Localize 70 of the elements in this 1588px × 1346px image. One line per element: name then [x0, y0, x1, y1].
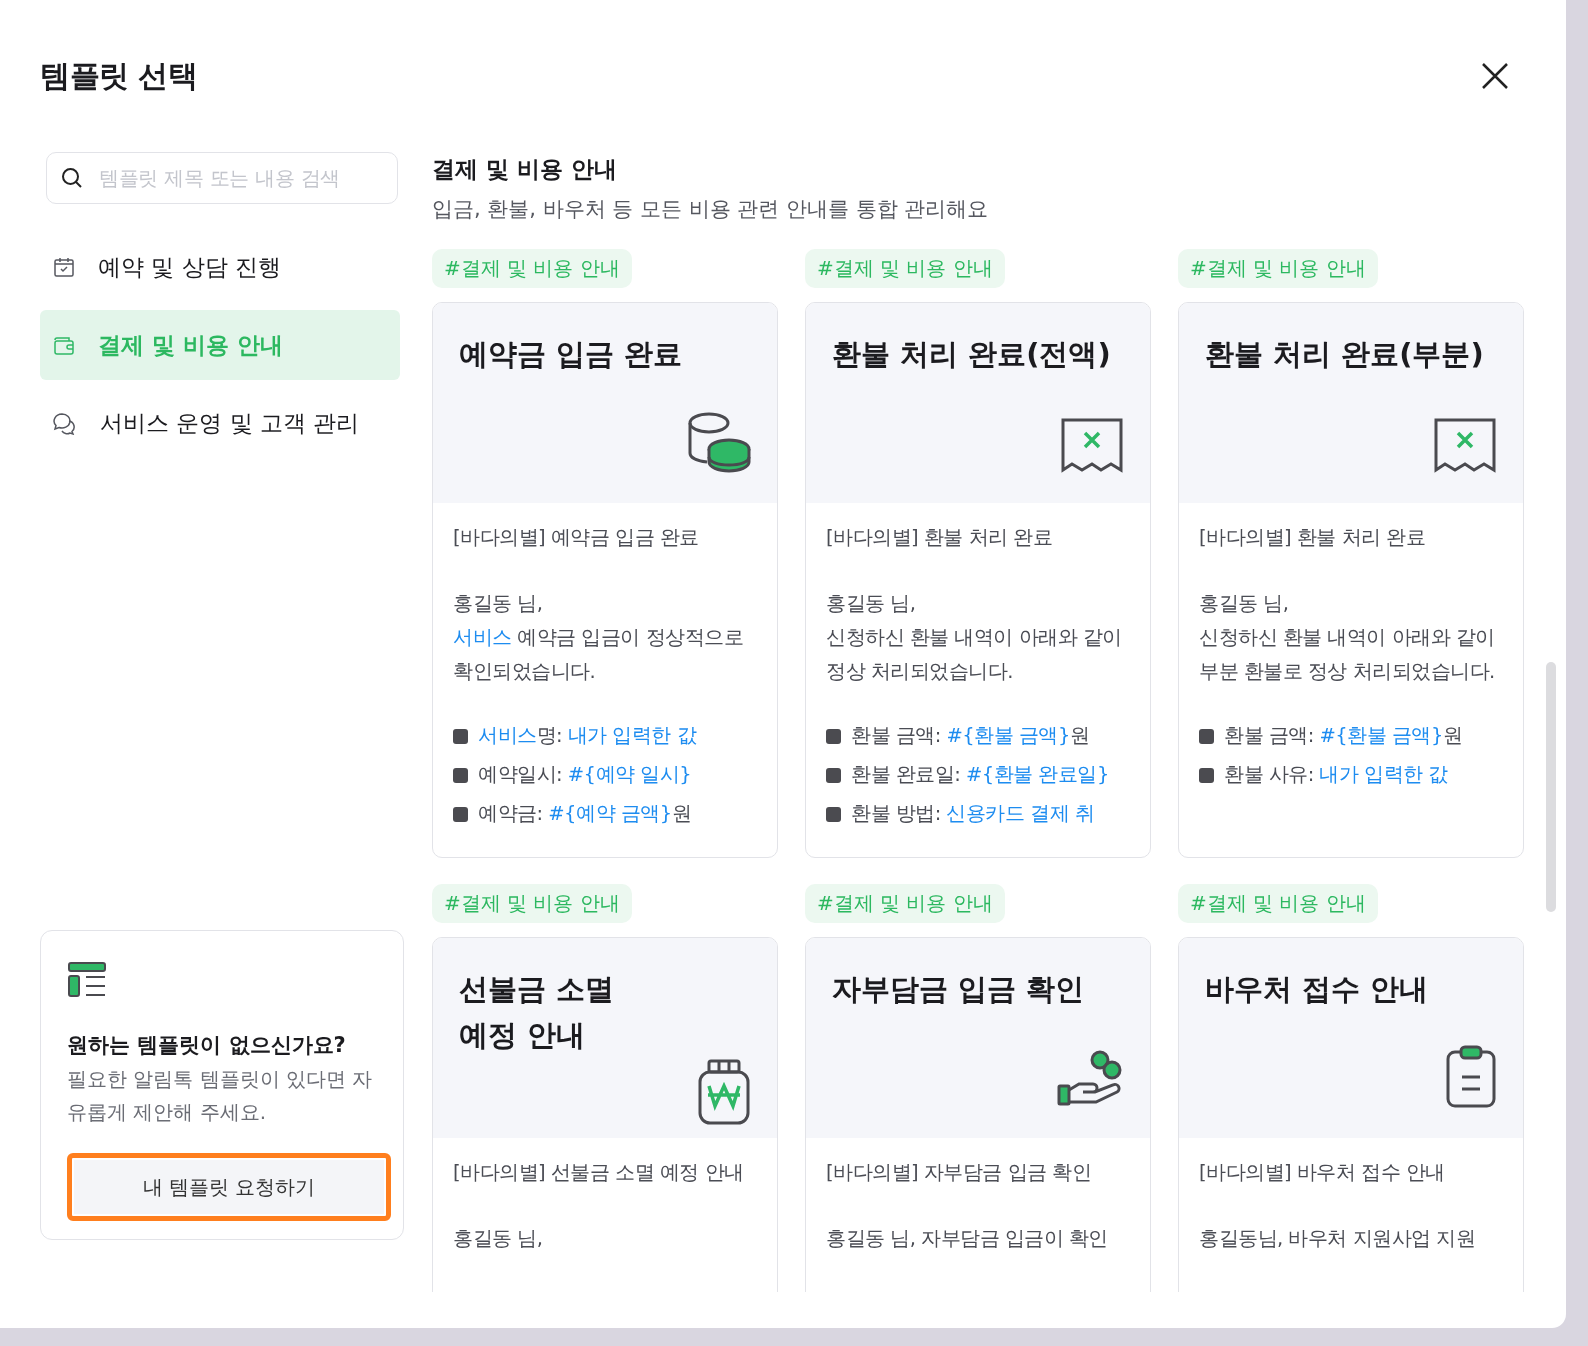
message-subject: [바다의별] 환불 처리 완료 [826, 525, 1054, 551]
message-greeting: 홍길동 님, [453, 1226, 544, 1252]
message-subject: [바다의별] 자부담금 입금 확인 [826, 1160, 1093, 1186]
message-text: 신청하신 환불 내역이 아래와 같이 정상 처리되었습니다. [826, 625, 1123, 685]
scrollbar-thumb[interactable] [1546, 662, 1556, 912]
category-tag: #결제 및 비용 안내 [432, 249, 632, 288]
message-greeting: 홍길동님, 바우처 지원사업 지원 [1199, 1226, 1477, 1252]
template-title: 자부담금 입금 확인 [832, 971, 1086, 1008]
close-button[interactable] [1480, 61, 1510, 91]
message-text: 서비스 예약금 입금이 정상적으로 확인되었습니다. [453, 625, 745, 685]
template-card[interactable]: 바우처 접수 안내 [바다의별] 바우처 접수 안내 홍길동님, 바우처 지원사업 지원 [1178, 937, 1524, 1292]
request-template-button[interactable]: 내 템플릿 요청하기 [67, 1153, 391, 1221]
message-field: 환불 방법: 신용카드 결제 취 [851, 797, 1095, 831]
bullet-icon [453, 767, 468, 783]
template-card[interactable]: 환불 처리 완료(전액) [바다의별] 환불 처리 완료 홍길동 님, 신청하신 환불 내역이 아래와 같이 정상 처리되었습니다. 환불 금액: #{환불 금액}원 환불 완료일: #{환불 완료일} 환불 방법: 신용카드 결제 취 [805, 302, 1151, 858]
template-title: 환불 처리 완료(전액) [832, 336, 1112, 373]
coins-icon [687, 411, 751, 473]
message-greeting: 홍길동 님, [453, 591, 544, 617]
message-field: 서비스명: 내가 입력한 값 [478, 719, 697, 753]
template-card[interactable]: 예약금 입금 완료 [바다의별] 예약금 입금 완료 홍길동 님, 서비스 예약금 입금이 정상적으로 확인되었습니다. 서비스명: 내가 입력한 값 예약일시: #{예약 일시} 예약금: #{예약 금액}원 [432, 302, 778, 858]
close-icon [1480, 61, 1510, 91]
message-field: 환불 완료일: #{환불 완료일} [851, 758, 1109, 792]
chat-icon [52, 411, 78, 435]
message-field: 예약금: #{예약 금액}원 [478, 797, 692, 831]
search-icon [60, 166, 84, 190]
category-tag: #결제 및 비용 안내 [805, 884, 1005, 923]
template-card[interactable]: 환불 처리 완료(부분) [바다의별] 환불 처리 완료 홍길동 님, 신청하신 환불 내역이 아래와 같이 부분 환불로 정상 처리되었습니다. 환불 금액: #{환불 금액}원 환불 사유: 내가 입력한 값 [1178, 302, 1524, 858]
bullet-icon [826, 806, 841, 822]
template-title: 바우처 접수 안내 [1205, 971, 1430, 1008]
bullet-icon [453, 806, 468, 822]
search-field[interactable]: 템플릿 제목 또는 내용 검색 [46, 152, 398, 204]
message-field: 예약일시: #{예약 일시} [478, 758, 692, 792]
calendar-icon [52, 255, 76, 279]
category-tag: #결제 및 비용 안내 [432, 884, 632, 923]
category-tag: #결제 및 비용 안내 [1178, 884, 1378, 923]
bullet-icon [453, 728, 468, 744]
message-field: 환불 금액: #{환불 금액}원 [1224, 719, 1463, 753]
category-tag: #결제 및 비용 안내 [805, 249, 1005, 288]
request-heading: 원하는 템플릿이 없으신가요? [67, 1032, 347, 1059]
category-tag: #결제 및 비용 안내 [1178, 249, 1378, 288]
template-title: 예약금 입금 완료 [459, 336, 684, 373]
message-subject: [바다의별] 선불금 소멸 예정 안내 [453, 1160, 745, 1186]
receipt-x-icon [1433, 417, 1497, 473]
message-subject: [바다의별] 예약금 입금 완료 [453, 525, 700, 551]
bullet-icon [826, 767, 841, 783]
dialog-title: 템플릿 선택 [40, 56, 198, 95]
message-text: 신청하신 환불 내역이 아래와 같이 부분 환불로 정상 처리되었습니다. [1199, 625, 1496, 685]
message-greeting: 홍길동 님, 자부담금 입금이 확인 [826, 1226, 1109, 1252]
clipboard-icon [1445, 1044, 1497, 1108]
hand-coins-icon [1056, 1050, 1124, 1108]
category-item[interactable]: 서비스 운영 및 고객 관리 [40, 388, 400, 458]
section-title: 결제 및 비용 안내 [432, 155, 619, 184]
message-greeting: 홍길동 님, [826, 591, 917, 617]
template-title: 선불금 소멸 예정 안내 [459, 971, 616, 1054]
message-field: 환불 사유: 내가 입력한 값 [1224, 758, 1448, 792]
bullet-icon [826, 728, 841, 744]
bullet-icon [1199, 728, 1214, 744]
template-card[interactable]: 자부담금 입금 확인 [바다의별] 자부담금 입금 확인 홍길동 님, 자부담금 입금이 확인 [805, 937, 1151, 1292]
message-subject: [바다의별] 환불 처리 완료 [1199, 525, 1427, 551]
message-greeting: 홍길동 님, [1199, 591, 1290, 617]
section-subtitle: 입금, 환불, 바우처 등 모든 비용 관련 안내를 통합 관리해요 [432, 196, 990, 223]
category-item[interactable]: 예약 및 상담 진행 [40, 232, 400, 302]
message-field: 환불 금액: #{환불 금액}원 [851, 719, 1090, 753]
bullet-icon [1199, 767, 1214, 783]
message-subject: [바다의별] 바우처 접수 안내 [1199, 1160, 1446, 1186]
template-card[interactable]: 선불금 소멸 예정 안내 [바다의별] 선불금 소멸 예정 안내 홍길동 님, [432, 937, 778, 1292]
request-text: 필요한 알림톡 템플릿이 있다면 자유롭게 제안해 주세요. [67, 1066, 374, 1126]
template-title: 환불 처리 완료(부분) [1205, 336, 1485, 373]
jar-icon [697, 1058, 751, 1126]
receipt-x-icon [1060, 417, 1124, 473]
